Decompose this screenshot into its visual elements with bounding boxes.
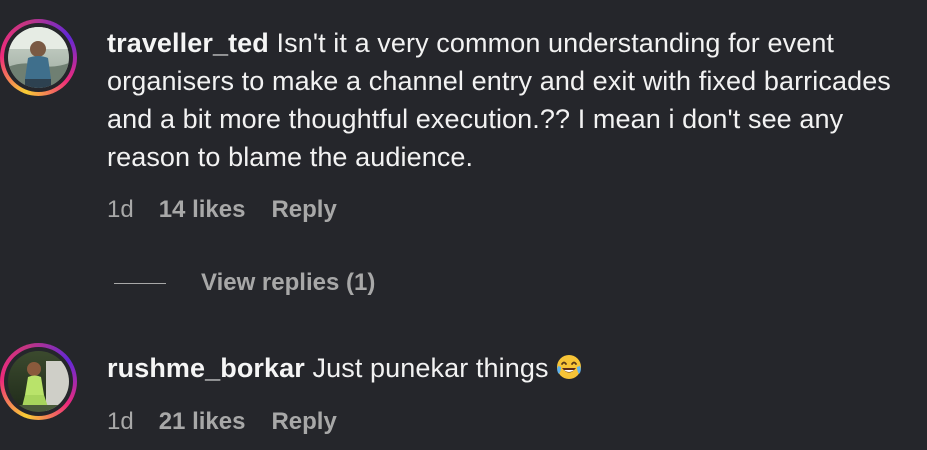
comment-time: 1d bbox=[107, 196, 134, 223]
comment-likes[interactable]: 14 likes bbox=[159, 196, 246, 224]
view-replies-button[interactable]: View replies (1) bbox=[114, 268, 375, 298]
reply-button[interactable]: Reply bbox=[271, 408, 336, 436]
comment-body: traveller_ted Isn't it a very common und… bbox=[107, 24, 927, 176]
comments-panel: traveller_ted Isn't it a very common und… bbox=[0, 0, 927, 450]
avatar-story-ring[interactable] bbox=[0, 19, 77, 96]
reply-button[interactable]: Reply bbox=[271, 196, 336, 224]
avatar bbox=[8, 351, 69, 412]
comment-meta: 1d 14 likes Reply bbox=[107, 195, 337, 225]
avatar bbox=[8, 27, 69, 88]
comment-body: rushme_borkar Just punekar things bbox=[107, 349, 927, 391]
comment-time: 1d bbox=[107, 408, 134, 435]
comment-meta: 1d 21 likes Reply bbox=[107, 407, 337, 437]
face-with-tears-of-joy-icon bbox=[555, 353, 583, 391]
comment-likes[interactable]: 21 likes bbox=[159, 408, 246, 436]
avatar-story-ring[interactable] bbox=[0, 343, 77, 420]
comment-text: Just punekar things bbox=[312, 353, 549, 383]
comment-username[interactable]: rushme_borkar bbox=[107, 353, 305, 383]
replies-divider-line bbox=[114, 282, 166, 284]
comment-username[interactable]: traveller_ted bbox=[107, 28, 269, 58]
view-replies-label: View replies (1) bbox=[201, 269, 376, 296]
